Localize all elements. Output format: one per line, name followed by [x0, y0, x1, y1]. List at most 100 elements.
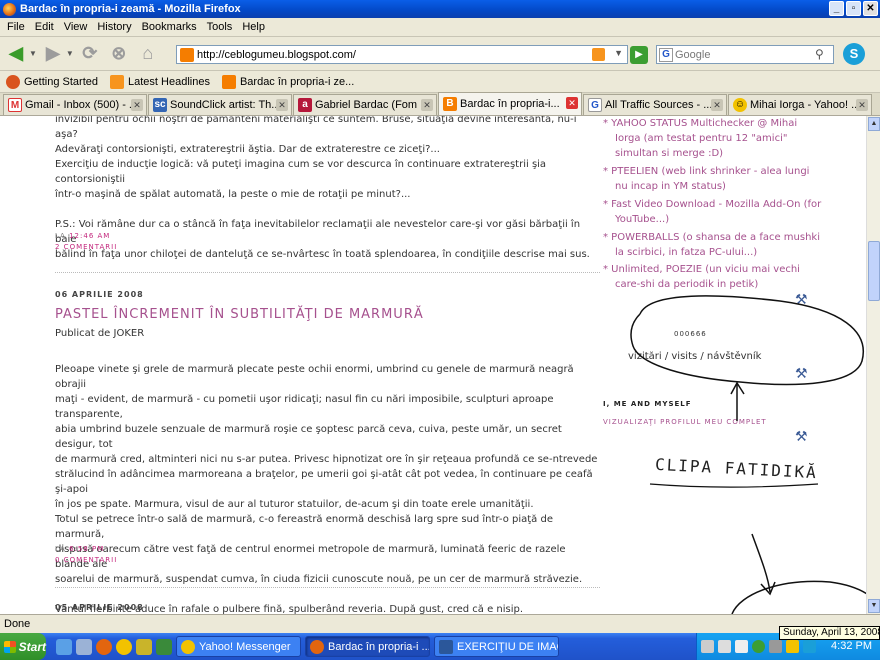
profile-heading: I, ME AND MYSELF [603, 400, 692, 408]
yahoo-smiley-icon [181, 639, 195, 654]
post-meta: LA 12:46 AM 2 COMENTARII [55, 232, 118, 251]
bookmark-latest-headlines[interactable]: Latest Headlines [110, 74, 210, 89]
ie-icon[interactable] [56, 638, 72, 655]
tray-icon[interactable] [752, 640, 765, 653]
blogger-icon: B [443, 97, 457, 111]
sidebar-link[interactable]: * Unlimited, POEZIE (un viciu mai vechi … [603, 262, 853, 292]
minimize-button[interactable]: _ [829, 1, 844, 16]
menu-tools[interactable]: Tools [202, 21, 238, 33]
scroll-up-icon[interactable]: ▲ [868, 117, 880, 131]
tab-close-icon[interactable]: ✕ [566, 97, 578, 109]
url-bar[interactable]: http://ceblogumeu.blogspot.com/ ▼ [176, 45, 628, 64]
post-time-link[interactable]: 12:46 AM [69, 232, 110, 240]
handwritten-annotation: CLIPA FATIDIKĂ [654, 454, 819, 483]
post-time-link[interactable]: 6:58 PM [69, 545, 104, 553]
forward-arrow-icon: ▶ [46, 43, 60, 63]
tab-close-icon[interactable]: ✕ [856, 99, 868, 111]
bookmark-getting-started[interactable]: Getting Started [6, 74, 98, 89]
close-button[interactable]: ✕ [863, 1, 878, 16]
page-content: invizibil pentru ochii noştri de pământe… [0, 116, 866, 614]
tray-icon[interactable] [803, 640, 816, 653]
firefox-icon [6, 74, 20, 89]
window-title: Bardac în propria-i zeamă - Mozilla Fire… [20, 3, 241, 15]
tab-blog[interactable]: B Bardac în propria-i... ✕ [438, 92, 582, 115]
back-button[interactable]: ◀ [3, 41, 29, 67]
url-dropdown-icon[interactable]: ▼ [614, 48, 623, 58]
tab-yahoo[interactable]: ☺ Mihai Iorga - Yahoo! ... ✕ [728, 94, 872, 115]
navigation-toolbar: ◀ ▼ ▶ ▼ ⟳ ⊗ ⌂ http://ceblogumeu.blogspot… [0, 37, 880, 71]
rss-icon[interactable] [592, 48, 605, 61]
google-icon[interactable]: G [659, 47, 673, 62]
menu-view[interactable]: View [59, 21, 93, 33]
post-byline: Publicat de JOKER [55, 328, 145, 339]
status-bar: Done [0, 614, 880, 633]
url-text[interactable]: http://ceblogumeu.blogspot.com/ [197, 49, 356, 61]
menu-bookmarks[interactable]: Bookmarks [137, 21, 202, 33]
sidebar-link[interactable]: * POWERBALLS (o shansa de a face mushki … [603, 230, 853, 260]
back-arrow-icon: ◀ [9, 43, 23, 63]
tray-icon[interactable] [735, 640, 748, 653]
taskbar: Start Yahoo! Messenger Bardac în propria… [0, 633, 880, 660]
bookmark-blog[interactable]: Bardac în propria-i ze... [221, 74, 354, 89]
firefox-icon [310, 639, 324, 654]
tab-bar: M Gmail - Inbox (500) - ... ✕ sc SoundClick… [0, 92, 880, 116]
scrollbar-thumb[interactable] [868, 241, 880, 301]
menu-edit[interactable]: Edit [30, 21, 59, 33]
sidebar-link[interactable]: * YAHOO STATUS Multichecker @ Mihai Iorg… [603, 116, 853, 161]
stop-button[interactable]: ⊗ [106, 41, 132, 67]
tray-icon[interactable] [786, 640, 799, 653]
menu-history[interactable]: History [92, 21, 136, 33]
tab-gmail[interactable]: M Gmail - Inbox (500) - ... ✕ [3, 94, 147, 115]
skype-icon[interactable]: S [843, 43, 865, 65]
tab-gabriel-bardac[interactable]: a Gabriel Bardac (Fom ... ✕ [293, 94, 437, 115]
tab-analytics[interactable]: G All Traffic Sources - ... ✕ [583, 94, 727, 115]
tray-icon[interactable] [701, 640, 714, 653]
tray-icon[interactable] [718, 640, 731, 653]
show-desktop-icon[interactable] [76, 638, 92, 655]
sidebar-link[interactable]: * PTEELIEN (web link shrinker - alea lun… [603, 164, 853, 194]
tab-close-icon[interactable]: ✕ [276, 99, 288, 111]
tab-close-icon[interactable]: ✕ [131, 99, 143, 111]
task-yahoo-messenger[interactable]: Yahoo! Messenger [176, 636, 301, 657]
clock[interactable]: 4:32 PM [831, 640, 872, 652]
task-firefox[interactable]: Bardac în propria-i ... [305, 636, 430, 657]
comments-link[interactable]: 0 COMENTARII [55, 556, 117, 564]
back-dropdown-icon[interactable]: ▼ [29, 49, 37, 58]
browser-window: Bardac în propria-i zeamă - Mozilla Fire… [0, 0, 880, 660]
scroll-down-icon[interactable]: ▼ [868, 599, 880, 613]
post-date: 05 APRILIE 2008 [55, 603, 144, 612]
home-button[interactable]: ⌂ [135, 41, 161, 67]
sidebar-link[interactable]: * Fast Video Download - Mozilla Add-On (… [603, 197, 853, 227]
profile-link[interactable]: VIZUALIZAŢI PROFILUL MEU COMPLET [603, 418, 767, 426]
go-button[interactable]: ▶ [630, 46, 648, 64]
visit-counter: 000666 [674, 330, 707, 338]
forward-button[interactable]: ▶ [40, 41, 66, 67]
wrench-screwdriver-icon[interactable]: ⚒ [795, 366, 808, 382]
gmail-icon: M [8, 98, 22, 112]
tab-soundclick[interactable]: sc SoundClick artist: Th... ✕ [148, 94, 292, 115]
maximize-button[interactable]: ▫ [846, 1, 861, 16]
yahoo-smiley-icon[interactable] [116, 638, 132, 655]
search-input[interactable]: Google [675, 49, 710, 61]
wrench-screwdriver-icon[interactable]: ⚒ [795, 292, 808, 308]
network-icon[interactable] [156, 638, 172, 655]
reload-button[interactable]: ⟳ [77, 41, 103, 67]
app-icon[interactable] [136, 638, 152, 655]
start-button[interactable]: Start [0, 633, 46, 660]
menu-file[interactable]: File [2, 21, 30, 33]
comments-link[interactable]: 2 COMENTARII [55, 243, 117, 251]
firefox-icon[interactable] [96, 638, 112, 655]
date-tooltip: Sunday, April 13, 2008 [779, 626, 880, 640]
forward-dropdown-icon[interactable]: ▼ [66, 49, 74, 58]
tray-icon[interactable] [769, 640, 782, 653]
wrench-screwdriver-icon[interactable]: ⚒ [795, 429, 808, 445]
menu-help[interactable]: Help [237, 21, 270, 33]
tab-close-icon[interactable]: ✕ [711, 99, 723, 111]
search-box[interactable]: G Google ⚲ [656, 45, 834, 64]
tab-close-icon[interactable]: ✕ [421, 99, 433, 111]
reload-icon: ⟳ [82, 43, 98, 63]
post-title[interactable]: PASTEL ÎNCREMENIT ÎN SUBTILITĂŢI DE MARM… [55, 307, 424, 322]
task-word-document[interactable]: EXERCIŢIU DE IMAGI... [434, 636, 559, 657]
vertical-scrollbar[interactable]: ▲ ▼ [866, 116, 880, 614]
search-icon[interactable]: ⚲ [815, 47, 831, 62]
